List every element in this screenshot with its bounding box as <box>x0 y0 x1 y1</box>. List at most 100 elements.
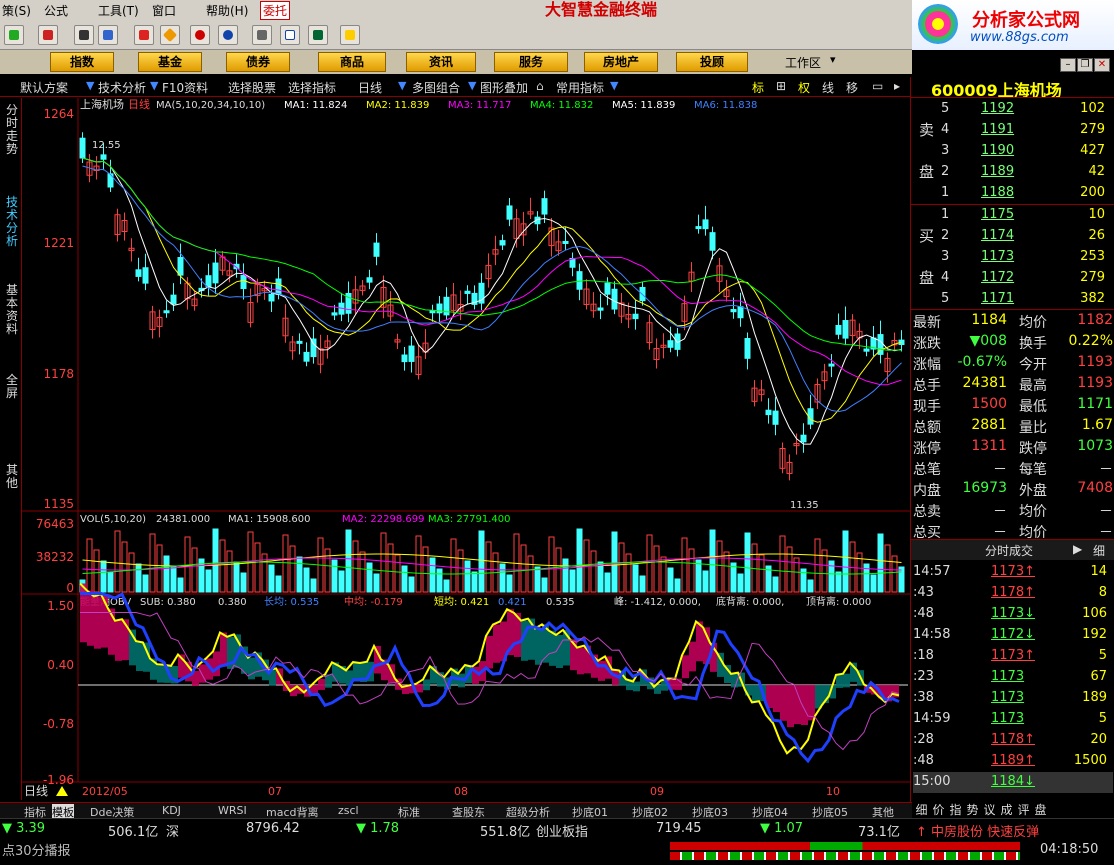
restore-icon[interactable]: ❐ <box>1077 58 1093 72</box>
chart-svg[interactable]: 1264 1221 1178 1135 12.55 11.35 上海机场 日线 … <box>22 97 910 800</box>
orderbook-row[interactable]: 1 1175 10 <box>941 205 1111 226</box>
refresh-icon[interactable] <box>218 25 238 45</box>
orderbook-row[interactable]: 1 1188 200 <box>941 183 1111 204</box>
chart-area[interactable]: 1264 1221 1178 1135 12.55 11.35 上海机场 日线 … <box>22 97 910 800</box>
vol-tick: 76463 <box>36 517 74 531</box>
x-tick: 09 <box>650 785 664 798</box>
window-icon[interactable]: ▭ <box>872 79 883 93</box>
trades-header[interactable]: 分时成交 ▶ 细 <box>911 540 1114 560</box>
minimize-icon[interactable]: – <box>1060 58 1076 72</box>
candle-body <box>800 434 807 443</box>
func-common-indicator[interactable]: 常用指标 <box>556 79 604 96</box>
dropdown-arrow-icon[interactable]: ▼ <box>398 79 406 92</box>
func-mark[interactable]: 标 <box>752 79 764 96</box>
crosshair-icon[interactable]: ⊞ <box>776 79 786 93</box>
candle-body <box>100 154 107 160</box>
orderbook-row[interactable]: 5 1192 102 <box>941 99 1111 120</box>
back-icon[interactable] <box>4 25 24 45</box>
alert-icon[interactable] <box>134 25 154 45</box>
collapse-icon[interactable]: ▸ <box>894 79 900 93</box>
nav-commodity[interactable]: 商品 <box>318 52 386 72</box>
nav-bond[interactable]: 债券 <box>226 52 290 72</box>
tab-other[interactable]: 其他 <box>3 464 21 490</box>
quote-stat-row: 涨停 1311 跌停 1073 <box>913 438 1113 457</box>
lock-icon[interactable]: ⌂ <box>536 79 544 93</box>
func-move[interactable]: 移 <box>846 79 858 96</box>
close-icon[interactable]: ✕ <box>1094 58 1110 72</box>
candle-body <box>212 262 219 284</box>
tab-intraday[interactable]: 分时走势 <box>3 104 21 156</box>
nav-fund[interactable]: 基金 <box>138 52 202 72</box>
nav-index[interactable]: 指数 <box>50 52 114 72</box>
print-icon[interactable] <box>252 25 272 45</box>
chevron-down-icon[interactable]: ▾ <box>830 53 836 66</box>
quote-tab[interactable]: 价 <box>930 801 947 818</box>
menu-trade[interactable]: 委托 <box>260 1 291 20</box>
indicator-tab[interactable]: WRSI <box>218 804 247 817</box>
indicator-tab[interactable]: zscl <box>338 804 359 817</box>
pen-icon[interactable] <box>190 25 210 45</box>
quote-tab[interactable]: 细 <box>913 801 930 818</box>
logo-url: www.88gs.com <box>970 30 1069 45</box>
quote-tab[interactable]: 评 <box>1015 801 1032 818</box>
orderbook-row[interactable]: 2 1174 26 <box>941 226 1111 247</box>
price: 1188 <box>981 185 1015 200</box>
tab-fundamental[interactable]: 基本资料 <box>3 284 21 336</box>
trades-detail-button[interactable]: 细 <box>1093 542 1105 559</box>
quote-tab[interactable]: 势 <box>964 801 981 818</box>
func-rights[interactable]: 权 <box>798 79 810 96</box>
workarea-label[interactable]: 工作区 <box>785 54 821 71</box>
quote-tab[interactable]: 盘 <box>1032 801 1049 818</box>
tab-technical[interactable]: 技术分析 <box>3 196 21 248</box>
menu-window[interactable]: 窗口 <box>152 2 176 19</box>
trade-row: :48 1189↑ 1500 <box>913 753 1107 768</box>
orderbook-row[interactable]: 2 1189 42 <box>941 162 1111 183</box>
candle-body <box>737 306 744 319</box>
func-daily[interactable]: 日线 <box>358 79 382 96</box>
obv-label: 峰: -1.412, 0.000, <box>614 596 701 608</box>
chart-icon[interactable] <box>308 25 328 45</box>
menu-tools[interactable]: 工具(T) <box>98 2 139 19</box>
func-overlay[interactable]: 图形叠加 <box>480 79 528 96</box>
scheme-default[interactable]: 默认方案 <box>20 79 68 96</box>
quote-tab[interactable]: 议 <box>981 801 998 818</box>
func-f10[interactable]: F10资料 <box>162 79 208 96</box>
period-label[interactable]: 日线 <box>24 784 48 798</box>
diamond-icon[interactable] <box>160 25 180 45</box>
dropdown-arrow-icon[interactable]: ▼ <box>468 79 476 92</box>
candle-body <box>373 242 380 257</box>
orderbook-row[interactable]: 4 1191 279 <box>941 120 1111 141</box>
menu-help[interactable]: 帮助(H) <box>206 2 248 19</box>
nav-advisor[interactable]: 投顾 <box>676 52 748 72</box>
grid-icon[interactable] <box>98 25 118 45</box>
chevron-right-icon[interactable]: ▶ <box>1073 542 1082 556</box>
broadcast-label[interactable]: 点30分播报 <box>2 840 71 859</box>
flag-icon[interactable] <box>38 25 58 45</box>
func-multi-chart[interactable]: 多图组合 <box>412 79 460 96</box>
market-strip-2 <box>670 852 1020 860</box>
binoculars-icon[interactable] <box>74 25 94 45</box>
market-strip <box>670 842 1020 850</box>
menu-strategy[interactable]: 策(S) <box>2 2 31 19</box>
func-line[interactable]: 线 <box>822 79 834 96</box>
nav-realestate[interactable]: 房地产 <box>584 52 658 72</box>
nav-service[interactable]: 服务 <box>494 52 568 72</box>
help-icon[interactable] <box>340 25 360 45</box>
nav-news[interactable]: 资讯 <box>406 52 476 72</box>
orderbook-row[interactable]: 3 1173 253 <box>941 247 1111 268</box>
orderbook-row[interactable]: 5 1171 382 <box>941 289 1111 310</box>
orderbook-row[interactable]: 3 1190 427 <box>941 141 1111 162</box>
indicator-tab[interactable]: KDJ <box>162 804 181 817</box>
func-select-stock[interactable]: 选择股票 <box>228 79 276 96</box>
dropdown-arrow-icon[interactable]: ▼ <box>150 79 158 92</box>
layout-icon[interactable] <box>280 25 300 45</box>
quote-tab[interactable]: 指 <box>947 801 964 818</box>
dropdown-arrow-icon[interactable]: ▼ <box>86 79 94 92</box>
menu-formula[interactable]: 公式 <box>44 2 68 19</box>
dropdown-arrow-icon[interactable]: ▼ <box>610 79 618 92</box>
orderbook-row[interactable]: 4 1172 279 <box>941 268 1111 289</box>
quote-tab[interactable]: 成 <box>998 801 1015 818</box>
func-select-indicator[interactable]: 选择指标 <box>288 79 336 96</box>
func-technical[interactable]: 技术分析 <box>98 79 146 96</box>
tab-fullscreen[interactable]: 全屏 <box>3 374 21 400</box>
